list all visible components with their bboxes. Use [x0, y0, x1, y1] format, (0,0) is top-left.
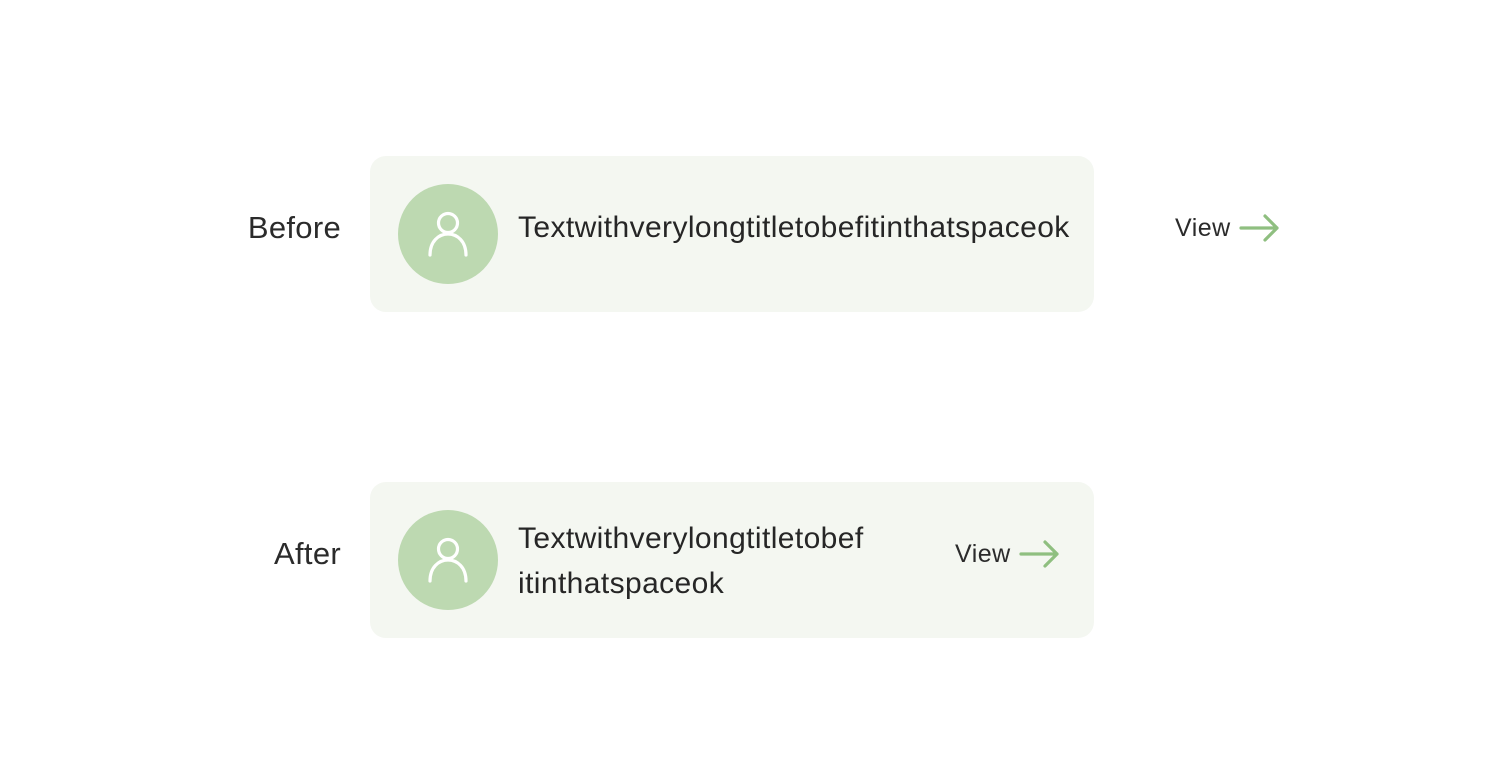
arrow-right-icon	[1019, 540, 1059, 568]
after-card: Textwithverylongtitletobef itinthatspace…	[370, 482, 1094, 638]
view-label: View	[1175, 213, 1231, 242]
arrow-right-icon	[1239, 214, 1279, 242]
before-card: Textwithverylongtitletobefitinthatspaceo…	[370, 156, 1094, 312]
user-icon	[428, 537, 468, 583]
card-title-line-2: itinthatspaceok	[518, 567, 725, 600]
card-title: Textwithverylongtitletobef itinthatspace…	[518, 516, 864, 606]
view-link[interactable]: View	[955, 539, 1061, 569]
before-label: Before	[247, 210, 341, 245]
user-icon	[428, 211, 468, 257]
card-title-line-1: Textwithverylongtitletobef	[518, 522, 864, 555]
view-link[interactable]: View	[1175, 213, 1281, 243]
view-label: View	[955, 539, 1011, 568]
after-label: After	[274, 536, 341, 571]
avatar	[398, 510, 498, 610]
card-title: Textwithverylongtitletobefitinthatspaceo…	[518, 211, 1070, 244]
avatar	[398, 184, 498, 284]
